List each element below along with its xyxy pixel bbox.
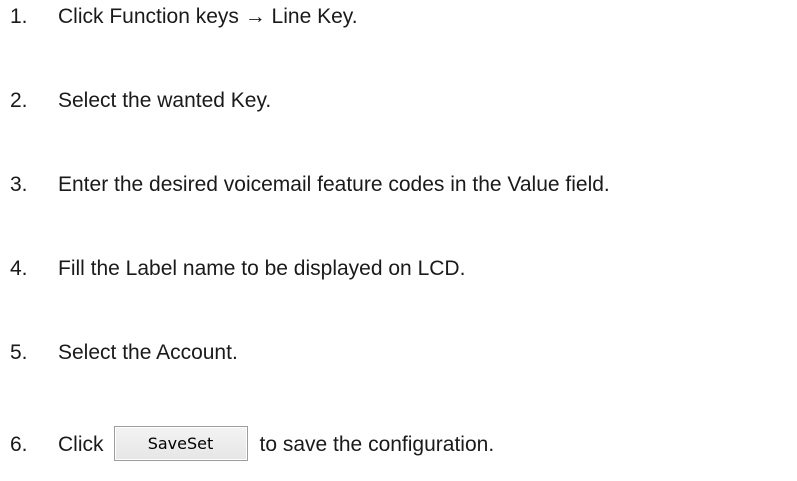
step-text: Fill the Label name to be displayed on L… — [58, 257, 466, 280]
step-1: 1. Click Function keys → Line Key. — [10, 3, 358, 31]
instruction-steps: 1. Click Function keys → Line Key. 2. Sele… — [0, 0, 797, 481]
saveset-button[interactable]: SaveSet — [113, 426, 248, 461]
step-number: 2. — [10, 89, 28, 112]
step-text-before: Click — [58, 433, 104, 457]
step-number: 3. — [10, 173, 28, 196]
step-number: 5. — [10, 341, 28, 364]
step-6: 6. Click SaveSet to save the configuration. — [10, 426, 495, 461]
step-number: 6. — [10, 433, 28, 457]
step-2: 2. Select the wanted Key. — [10, 87, 271, 115]
step-number: 4. — [10, 257, 28, 280]
step-text: Enter the desired voicemail feature code… — [58, 173, 610, 196]
step-4: 4. Fill the Label name to be displayed on… — [10, 255, 465, 283]
step-text: Select the Account. — [58, 341, 238, 364]
step-number: 1. — [10, 5, 28, 28]
step-text: Select the wanted Key. — [58, 89, 272, 112]
step-5: 5. Select the Account. — [10, 339, 238, 367]
step-3: 3. Enter the desired voicemail feature co… — [10, 171, 610, 199]
step-text-after: to save the configuration. — [259, 433, 495, 457]
step-text: Click Function keys → Line Key. — [58, 5, 358, 28]
